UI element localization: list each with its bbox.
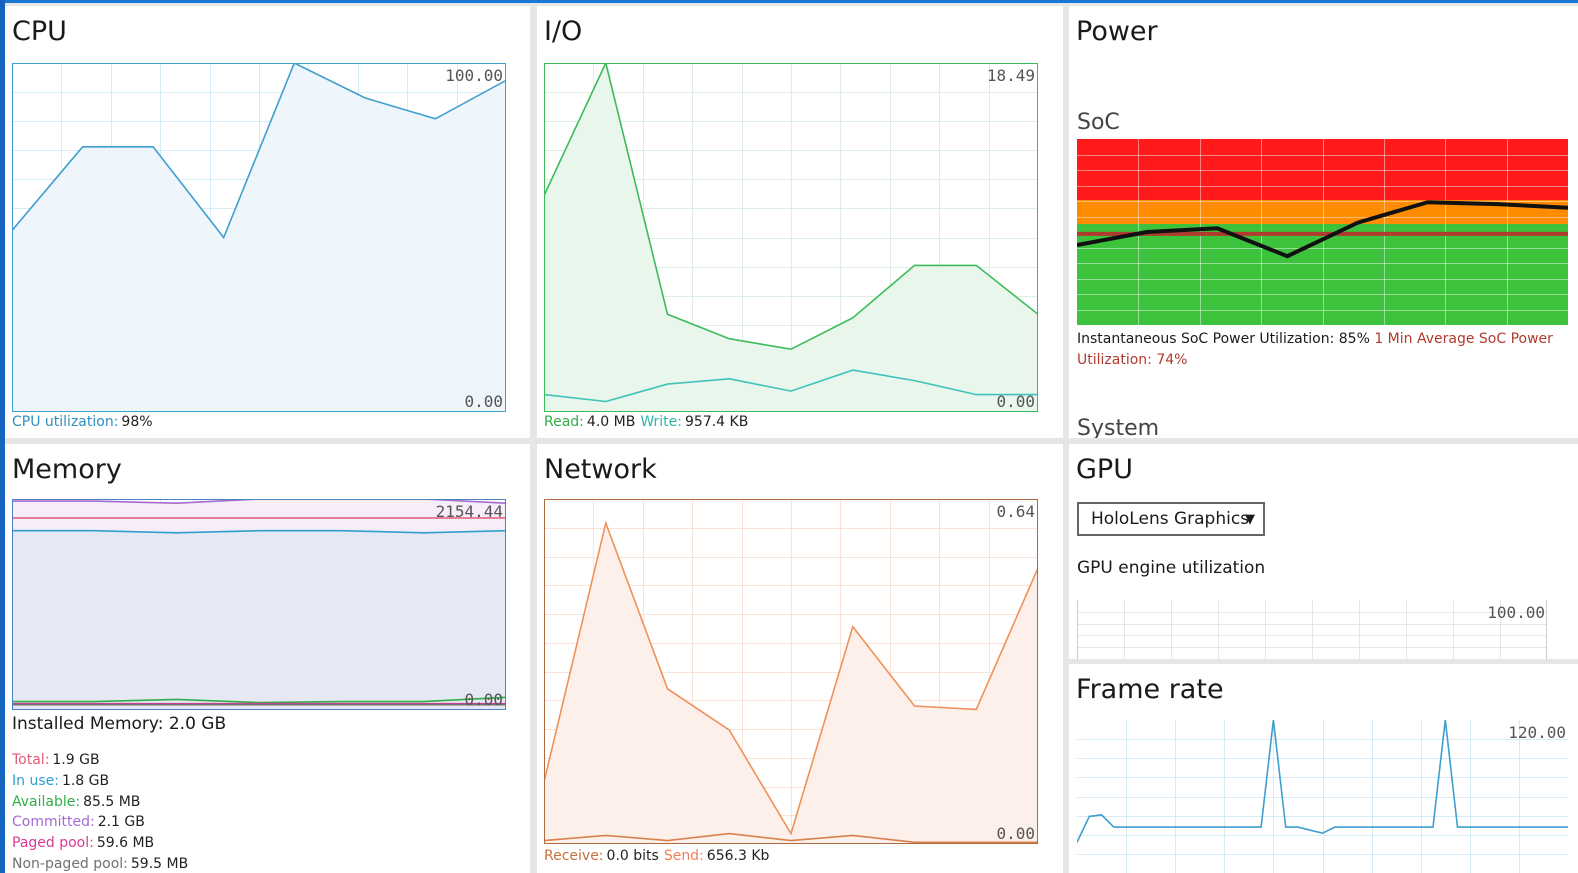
memory-stat-row: Paged pool: 59.6 MB [12,833,188,854]
frame-rate-chart: 120.00 [1077,720,1568,873]
memory-stat-value: 59.5 MB [130,855,189,872]
frame-rate-panel: Frame rate 120.00 [1069,664,1578,873]
network-legend: Receive: 0.0 bits Send: 656.3 Kb [544,848,774,864]
io-chart-max-label: 18.49 [986,66,1035,85]
soc-power-text: Instantaneous SoC Power Utilization: 85%… [1077,329,1567,371]
io-chart: 18.49 0.00 [544,63,1038,412]
cpu-legend-key: CPU utilization: [12,414,119,430]
soc-instant-utilization: Instantaneous SoC Power Utilization: 85% [1077,331,1370,347]
memory-stat-value: 59.6 MB [96,835,155,852]
window-top-accent [0,0,1578,3]
io-read-value: 4.0 MB [586,414,636,430]
network-receive-value: 0.0 bits [606,848,659,864]
memory-stat-key: Paged pool: [12,835,94,852]
memory-stat-row: In use: 1.8 GB [12,771,188,792]
frame-rate-chart-max-label: 120.00 [1508,723,1566,742]
gpu-title: GPU [1076,454,1133,485]
memory-stat-key: Non-paged pool: [12,855,128,872]
cpu-chart: 100.00 0.00 [12,63,506,412]
frame-rate-chart-svg [1077,720,1568,873]
memory-stat-key: In use: [12,772,59,789]
network-chart-max-label: 0.64 [996,502,1035,521]
cpu-legend: CPU utilization: 98% [12,414,158,430]
io-write-key: Write: [640,414,682,430]
io-chart-min-label: 0.00 [996,392,1035,411]
gpu-adapter-selected-value: HoloLens Graphics [1091,509,1250,529]
chevron-down-icon: ▼ [1245,512,1255,527]
soc-power-chart [1077,139,1568,325]
soc-subtitle: SoC [1077,110,1120,135]
network-send-key: Send: [663,848,704,864]
cpu-chart-svg [12,63,506,412]
io-legend: Read: 4.0 MB Write: 957.4 KB [544,414,753,430]
network-panel: Network 0.64 0.00 Receive: 0.0 bits Send: 6… [537,444,1063,873]
io-panel: I/O 18.49 0.00 Read: 4.0 MB Write: 957.4 KB [537,6,1063,438]
network-chart-min-label: 0.00 [996,824,1035,843]
chart-background [1077,720,1568,873]
gpu-engine-chart-svg [1077,600,1547,659]
memory-stat-key: Available: [12,793,81,810]
memory-stat-value: 1.8 GB [61,772,110,789]
frame-rate-title: Frame rate [1076,674,1224,705]
gpu-adapter-select[interactable]: HoloLens Graphics ▼ [1077,502,1265,536]
memory-stat-value: 2.1 GB [97,814,145,831]
cpu-chart-min-label: 0.00 [464,392,503,411]
gpu-panel: GPU HoloLens Graphics ▼ GPU engine utili… [1069,444,1578,659]
memory-stat-value: 1.9 GB [52,752,100,768]
soc-red-band [1077,139,1568,200]
power-title: Power [1076,16,1158,47]
memory-stat-row: Committed: 2.1 GB [12,812,188,833]
gpu-engine-chart: 100.00 [1077,600,1547,659]
memory-title: Memory [12,454,122,485]
cpu-panel: CPU 100.00 0.00 CPU utilization: 98% [5,6,530,438]
io-title: I/O [544,16,583,47]
soc-power-chart-svg [1077,139,1568,325]
network-send-value: 656.3 Kb [706,848,770,864]
memory-stat-row: Non-paged pool: 59.5 MB [12,854,188,873]
network-receive-key: Receive: [544,848,604,864]
memory-panel: Memory 2154.44 0.00 Installed Memory: 2.… [5,444,530,873]
io-chart-svg [544,63,1038,412]
installed-memory: Installed Memory: 2.0 GB [12,714,227,734]
memory-stat-row: Total: 1.9 GB [12,750,188,771]
memory-chart-max-label: 2154.44 [435,502,503,521]
memory-chart: 2154.44 0.00 [12,499,506,710]
gpu-engine-utilization-label: GPU engine utilization [1077,558,1266,578]
network-title: Network [544,454,657,485]
system-subtitle: System [1077,416,1160,438]
memory-chart-min-label: 0.00 [464,690,503,709]
memory-chart-svg [12,499,506,710]
memory-stat-row: Available: 85.5 MB [12,792,188,813]
cpu-title: CPU [12,16,67,47]
network-chart-svg [544,499,1038,844]
memory-in-use-area [12,530,506,710]
memory-stat-key: Committed: [12,814,95,831]
network-chart: 0.64 0.00 [544,499,1038,844]
power-panel: Power SoC Instantaneous SoC Power Utiliz… [1069,6,1578,438]
cpu-legend-value: 98% [121,414,153,430]
memory-stats-list: Total: 1.9 GB In use: 1.8 GB Available: 85.5 … [12,750,188,873]
cpu-chart-max-label: 100.00 [445,66,503,85]
memory-stat-key: Total: [12,752,50,768]
gpu-chart-max-label: 100.00 [1487,603,1545,622]
io-write-value: 957.4 KB [685,414,749,430]
memory-stat-value: 85.5 MB [83,793,141,810]
io-read-key: Read: [544,414,584,430]
